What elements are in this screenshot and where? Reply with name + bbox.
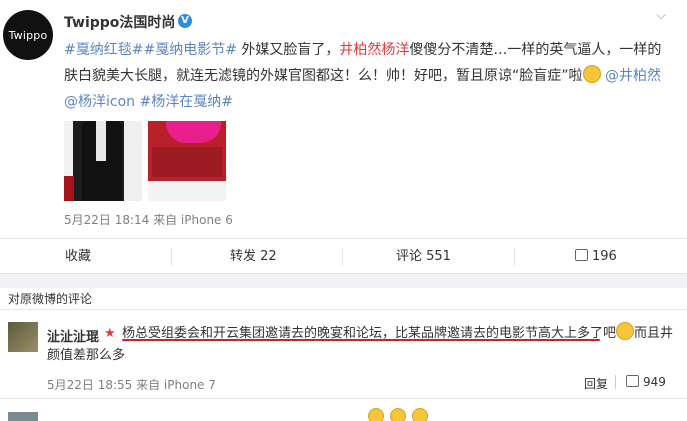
comment-like-button[interactable]: 949 bbox=[626, 375, 666, 389]
topic-link[interactable]: @杨洋icon bbox=[64, 94, 135, 110]
topic-link[interactable]: #杨洋在戛纳# bbox=[139, 94, 232, 110]
image-shirt bbox=[96, 121, 106, 161]
member-star-icon: ★ bbox=[104, 326, 116, 341]
comment-divider bbox=[0, 398, 687, 399]
topic-link[interactable]: @井柏然 bbox=[605, 68, 661, 84]
comment-avatar[interactable] bbox=[8, 322, 38, 352]
annotation-underline bbox=[122, 339, 600, 341]
post-text-segment: 外媒又脸盲了， bbox=[236, 42, 340, 58]
image-backdrop bbox=[152, 147, 222, 177]
reply-button[interactable]: 回复 bbox=[584, 375, 608, 392]
comment-timestamp: 5月22日 18:55 来自 iPhone 7 bbox=[47, 378, 216, 392]
verified-icon: V bbox=[178, 14, 192, 28]
post-text: #戛纳红毯##戛纳电影节# 外媒又脸盲了，井柏然杨洋傻傻分不清楚…一样的英气逼人… bbox=[64, 37, 674, 115]
topic-link[interactable]: #戛纳红毯# bbox=[64, 42, 143, 58]
forward-button[interactable]: 转发 22 bbox=[230, 239, 277, 275]
smile-emoji-icon bbox=[616, 322, 635, 340]
action-bar: 收藏 转发 22 评论 551 196 bbox=[0, 238, 687, 274]
action-divider bbox=[171, 248, 172, 266]
like-button[interactable]: 196 bbox=[575, 239, 617, 275]
emoji-icon bbox=[582, 65, 601, 83]
thumbs-up-icon bbox=[575, 249, 588, 261]
emoji-icon bbox=[368, 408, 384, 421]
next-comment-emojis bbox=[368, 408, 434, 421]
comment-button[interactable]: 评论 551 bbox=[396, 239, 451, 275]
emoji-icon bbox=[412, 408, 428, 421]
topic-link[interactable]: #戛纳电影节# bbox=[143, 42, 236, 58]
weibo-post: Twippo Twippo法国时尚 V ⌵ #戛纳红毯##戛纳电影节# 外媒又脸… bbox=[0, 0, 687, 238]
highlight-text: 井柏然杨洋 bbox=[339, 42, 410, 58]
emoji-icon bbox=[390, 408, 406, 421]
comments-header: 对原微博的评论 bbox=[8, 292, 93, 306]
user-avatar[interactable]: Twippo bbox=[3, 10, 53, 60]
action-divider bbox=[342, 248, 343, 266]
thumbs-up-icon bbox=[626, 375, 639, 387]
section-divider bbox=[0, 274, 687, 288]
like-count: 196 bbox=[592, 249, 617, 264]
post-image-1[interactable] bbox=[64, 121, 142, 201]
image-carpet bbox=[64, 176, 74, 201]
post-image-2[interactable] bbox=[148, 121, 226, 201]
post-timestamp: 5月22日 18:14 来自 iPhone 6 bbox=[64, 213, 233, 227]
next-comment-avatar[interactable] bbox=[8, 412, 38, 421]
post-username[interactable]: Twippo法国时尚 bbox=[64, 12, 175, 32]
favorite-button[interactable]: 收藏 bbox=[65, 239, 91, 275]
comment-action-divider bbox=[615, 375, 616, 389]
image-caption-strip bbox=[148, 181, 226, 201]
action-divider bbox=[514, 248, 515, 266]
comment-text: 杨总受组委会和开云集团邀请去的晚宴和论坛，比某品牌邀请去的电影节高大上多了吧 而且… bbox=[47, 322, 677, 367]
comment-username[interactable]: 沚沚沚琨 bbox=[47, 326, 99, 345]
comment-like-count: 949 bbox=[643, 375, 666, 389]
chevron-down-icon[interactable]: ⌵ bbox=[653, 8, 669, 24]
image-dress bbox=[166, 121, 221, 143]
comments-divider bbox=[0, 309, 687, 310]
